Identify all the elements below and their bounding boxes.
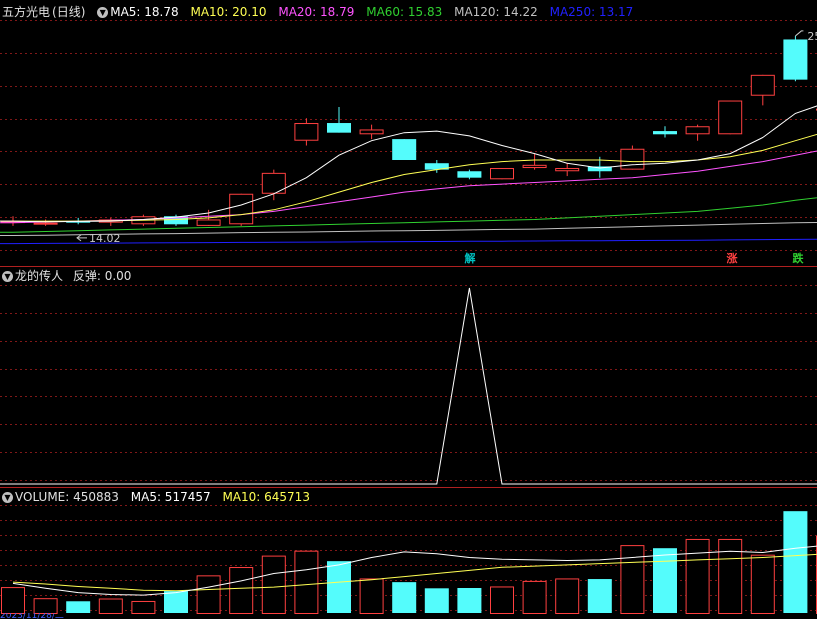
gridlines [0, 20, 817, 611]
volume-bar [457, 588, 482, 613]
volume-bar [392, 582, 417, 613]
volume-bar [555, 578, 580, 615]
candle-body [196, 219, 221, 226]
low-price-label: 14.02 [89, 232, 121, 245]
annotations: 25.82 14.02 [76, 30, 817, 245]
candle-body [653, 131, 677, 135]
volume-bar [196, 575, 221, 615]
candle-body [359, 129, 384, 135]
volume-bar [131, 600, 156, 614]
signal-zhang: 涨 [726, 252, 738, 265]
volume-bar [653, 548, 677, 613]
ma60-line [0, 196, 817, 233]
indicator-line [0, 287, 817, 485]
volume-bar [424, 588, 449, 613]
volume-bar [229, 567, 254, 614]
volume-bar [587, 579, 612, 613]
volume-bar [783, 511, 808, 613]
candle-body [620, 148, 645, 170]
candle-body [457, 171, 482, 178]
volume-bar [261, 555, 286, 614]
candle-body [555, 168, 580, 172]
volume-bar [164, 591, 188, 613]
candle-body [490, 168, 514, 180]
high-arrow [795, 30, 804, 37]
volume-bar [750, 554, 775, 614]
candle-body [229, 193, 254, 225]
volume-bar [66, 601, 91, 613]
volume-bar [685, 538, 710, 615]
indicator-line [0, 287, 817, 485]
candles [1, 35, 817, 226]
candle-body [685, 126, 710, 135]
volume-bar [98, 598, 123, 614]
volume-bar [359, 578, 384, 615]
signal-die: 跌 [792, 252, 804, 265]
volume-bar [620, 545, 645, 614]
volume-bar [327, 561, 351, 613]
volume-bar [522, 580, 547, 614]
candle-body [392, 139, 417, 160]
volume-bars [1, 511, 817, 615]
ma5-line [0, 101, 817, 223]
candle-body [718, 100, 743, 135]
volume-bar [294, 550, 319, 615]
volume-bar [33, 598, 58, 615]
volume-bar [718, 538, 743, 615]
signal-jie: 解 [464, 252, 476, 265]
volume-bar [1, 587, 25, 615]
candle-body [33, 222, 58, 225]
candle-body [783, 39, 808, 80]
date-label: 2023/11/28/二 [0, 613, 64, 619]
ma250-line [0, 238, 817, 245]
candle-body [750, 74, 775, 96]
high-price-label: 25.82 [807, 30, 817, 43]
stock-chart[interactable]: 25.82 14.02 [0, 0, 817, 619]
candle-body [327, 123, 351, 133]
ma120-line [0, 221, 817, 236]
candle-body [522, 164, 547, 169]
candle-body [294, 123, 319, 141]
volume-bar [490, 586, 514, 614]
